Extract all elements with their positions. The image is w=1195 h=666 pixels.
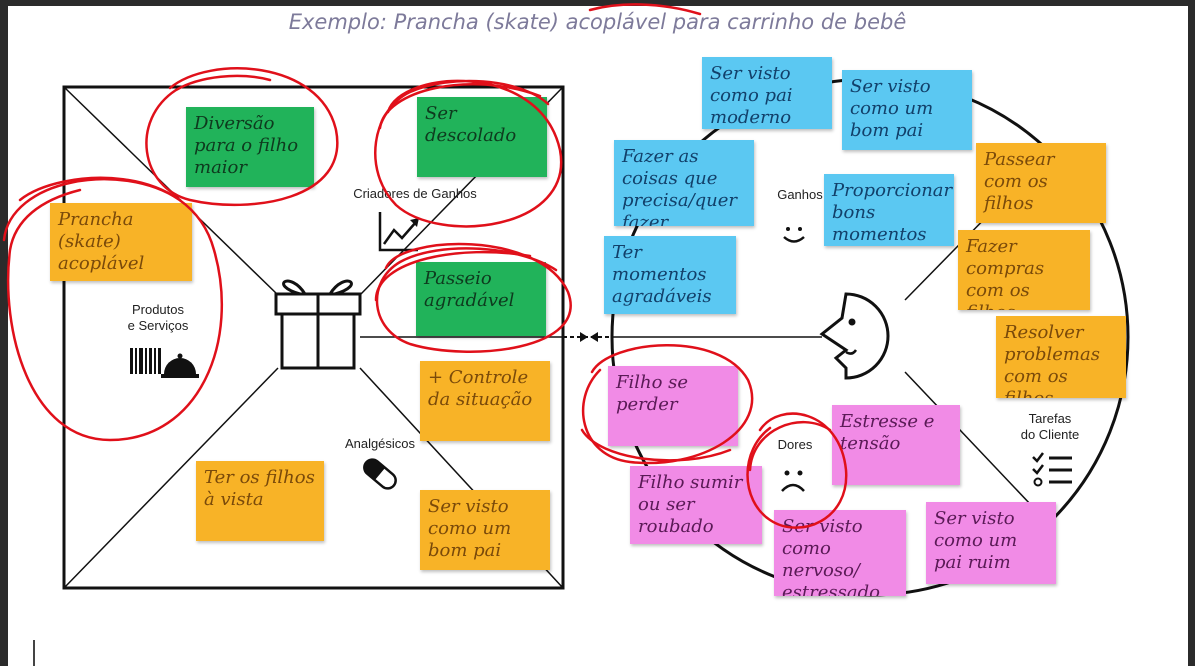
canvas: Exemplo: Prancha (skate) acoplável para …	[0, 0, 1195, 666]
corner-mark	[33, 640, 35, 666]
red-annotation-circles	[2, 3, 848, 529]
